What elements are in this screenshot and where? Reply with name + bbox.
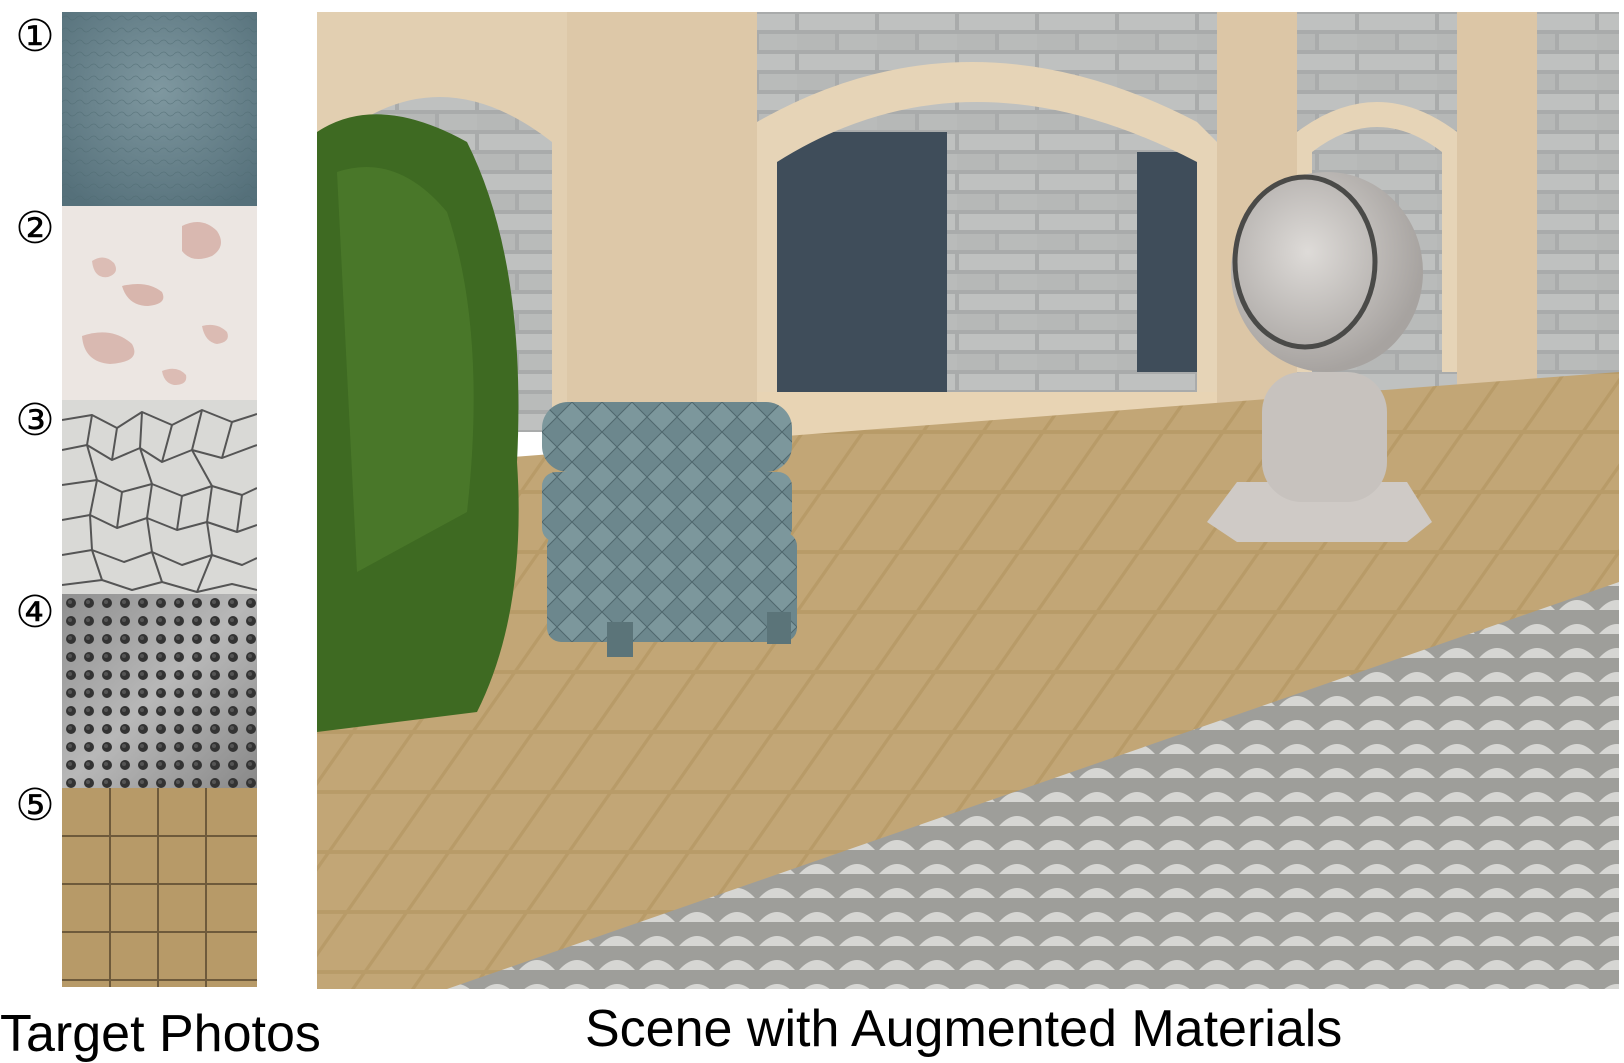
photo-marker-2: ② [15,203,55,254]
photo-marker-5: ⑤ [15,780,55,831]
target-photo-cracked-paving [62,400,257,594]
target-photos-caption: Target Photos [0,1005,321,1063]
target-photo-plaster [62,206,257,400]
scene-caption: Scene with Augmented Materials [585,1000,1343,1058]
target-photo-sand-tiles [62,788,257,987]
photo-marker-4: ④ [15,587,55,638]
photo-marker-1: ① [15,11,55,62]
photo-marker-3: ③ [15,395,55,446]
target-photo-leather [62,12,257,206]
augmented-scene-render [317,12,1619,989]
target-photo-perforated-metal [62,594,257,788]
